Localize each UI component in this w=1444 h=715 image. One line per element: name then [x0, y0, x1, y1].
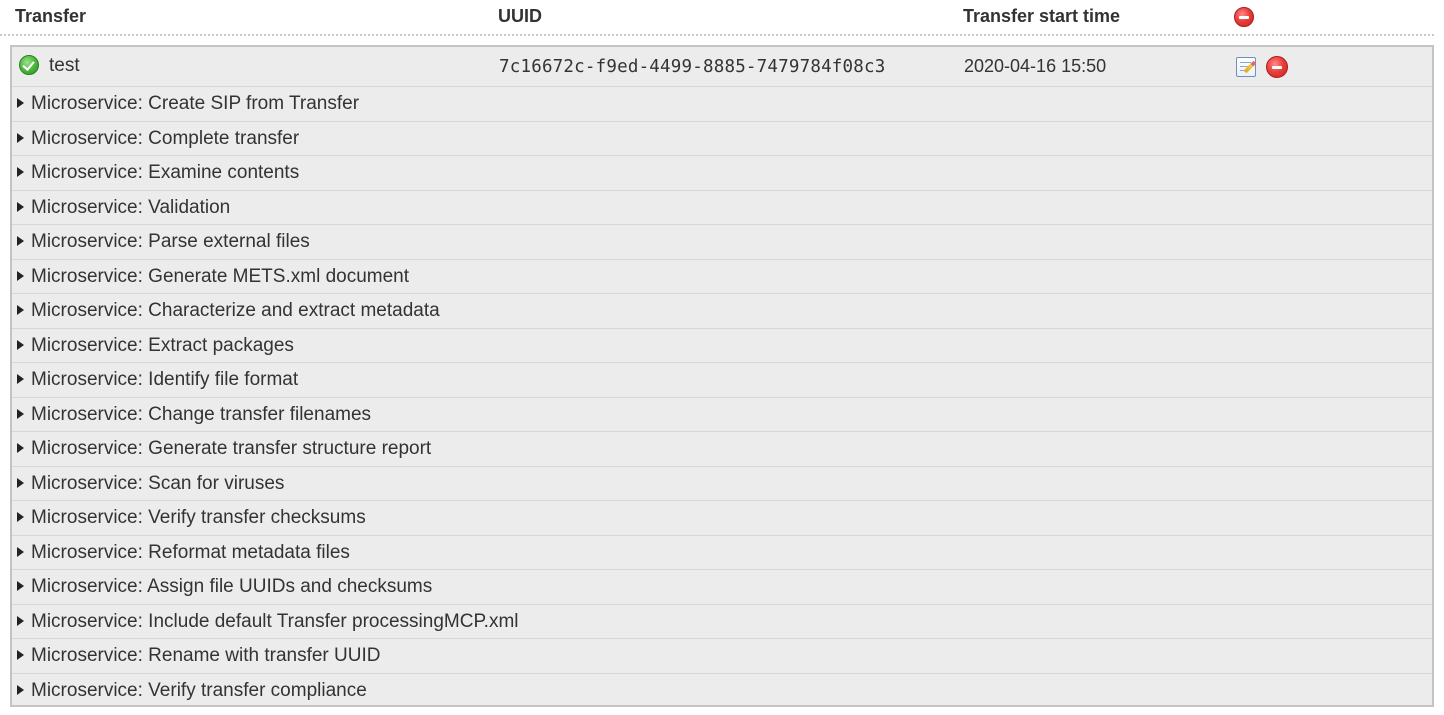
microservice-label: Microservice: Reformat metadata files — [31, 541, 350, 563]
microservice-item[interactable]: Microservice: Identify file format — [12, 363, 1432, 398]
microservice-label: Microservice: Verify transfer checksums — [31, 507, 366, 528]
transfers-table-header: Transfer UUID Transfer start time — [0, 0, 1434, 36]
microservice-item[interactable]: Microservice: Generate METS.xml document — [12, 260, 1432, 294]
microservice-item[interactable]: Microservice: Complete transfer — [12, 122, 1432, 156]
microservice-label: Microservice: Verify transfer compliance — [31, 679, 367, 701]
remove-icon — [1266, 56, 1288, 78]
microservice-item[interactable]: Microservice: Rename with transfer UUID — [12, 639, 1432, 674]
transfer-column-header: Transfer — [15, 6, 87, 26]
microservice-label: Microservice: Scan for viruses — [31, 472, 285, 494]
microservice-item[interactable]: Microservice: Extract packages — [12, 329, 1432, 363]
microservice-item[interactable]: Microservice: Characterize and extract m… — [12, 294, 1432, 329]
expand-arrow-icon[interactable] — [17, 236, 24, 246]
transfer-start-time: 2020-04-16 15:50 — [964, 56, 1107, 76]
microservice-item[interactable]: Microservice: Include default Transfer p… — [12, 605, 1432, 639]
microservice-label: Microservice: Complete transfer — [31, 127, 300, 149]
microservice-label: Microservice: Change transfer filenames — [31, 403, 372, 425]
microservice-label: Microservice: Parse external files — [31, 231, 310, 252]
expand-arrow-icon[interactable] — [17, 684, 24, 695]
microservice-label: Microservice: Generate METS.xml document — [31, 265, 410, 287]
microservice-label: Microservice: Characterize and extract m… — [31, 300, 440, 321]
microservice-item[interactable]: Microservice: Scan for viruses — [12, 467, 1432, 501]
microservice-item[interactable]: Microservice: Assign file UUIDs and chec… — [12, 570, 1432, 605]
edit-metadata-icon[interactable] — [1236, 57, 1257, 77]
start-time-column-header: Transfer start time — [963, 6, 1121, 26]
expand-arrow-icon[interactable] — [17, 98, 24, 108]
microservice-label: Microservice: Create SIP from Transfer — [31, 93, 360, 114]
microservice-item[interactable]: Microservice: Change transfer filenames — [12, 398, 1432, 432]
microservice-item[interactable]: Microservice: Validation — [12, 191, 1432, 225]
expand-arrow-icon[interactable] — [17, 512, 24, 522]
microservice-label: Microservice: Identify file format — [31, 369, 299, 390]
transfer-panel: test 7c16672c-f9ed-4499-8885-7479784f08c… — [10, 45, 1434, 707]
expand-arrow-icon[interactable] — [17, 339, 24, 350]
transfer-row[interactable]: test 7c16672c-f9ed-4499-8885-7479784f08c… — [12, 47, 1432, 87]
expand-arrow-icon[interactable] — [17, 167, 24, 177]
microservice-item[interactable]: Microservice: Parse external files — [12, 225, 1432, 260]
expand-arrow-icon[interactable] — [17, 443, 24, 453]
microservice-item[interactable]: Microservice: Verify transfer compliance — [12, 674, 1432, 709]
microservice-list: Microservice: Create SIP from Transfer Mi… — [12, 87, 1432, 708]
expand-arrow-icon[interactable] — [17, 546, 24, 557]
microservice-item[interactable]: Microservice: Generate transfer structur… — [12, 432, 1432, 467]
expand-arrow-icon[interactable] — [17, 650, 24, 660]
microservice-label: Microservice: Extract packages — [31, 334, 294, 356]
microservice-item[interactable]: Microservice: Verify transfer checksums — [12, 501, 1432, 536]
microservice-item[interactable]: Microservice: Create SIP from Transfer — [12, 87, 1432, 122]
microservice-label: Microservice: Include default Transfer p… — [31, 610, 519, 632]
transfer-uuid: 7c16672c-f9ed-4499-8885-7479784f08c3 — [499, 57, 886, 77]
transfers-page: Transfer UUID Transfer start time test 7… — [0, 0, 1444, 715]
expand-arrow-icon[interactable] — [17, 305, 24, 315]
remove-all-button[interactable] — [1234, 7, 1254, 32]
expand-arrow-icon[interactable] — [17, 201, 24, 212]
expand-arrow-icon[interactable] — [17, 477, 24, 488]
microservice-label: Microservice: Rename with transfer UUID — [31, 645, 381, 666]
expand-arrow-icon[interactable] — [17, 408, 24, 419]
microservice-item[interactable]: Microservice: Reformat metadata files — [12, 536, 1432, 570]
check-circle-icon — [19, 55, 39, 75]
microservice-label: Microservice: Generate transfer structur… — [31, 438, 432, 459]
expand-arrow-icon[interactable] — [17, 270, 24, 281]
microservice-label: Microservice: Validation — [31, 196, 231, 218]
microservice-label: Microservice: Assign file UUIDs and chec… — [31, 576, 433, 597]
expand-arrow-icon[interactable] — [17, 132, 24, 143]
microservice-label: Microservice: Examine contents — [31, 162, 300, 183]
uuid-column-header: UUID — [498, 6, 542, 26]
transfer-name: test — [49, 55, 80, 76]
expand-arrow-icon[interactable] — [17, 374, 24, 384]
remove-transfer-button[interactable] — [1266, 56, 1288, 78]
remove-icon — [1234, 7, 1254, 27]
microservice-item[interactable]: Microservice: Examine contents — [12, 156, 1432, 191]
expand-arrow-icon[interactable] — [17, 615, 24, 626]
expand-arrow-icon[interactable] — [17, 581, 24, 591]
